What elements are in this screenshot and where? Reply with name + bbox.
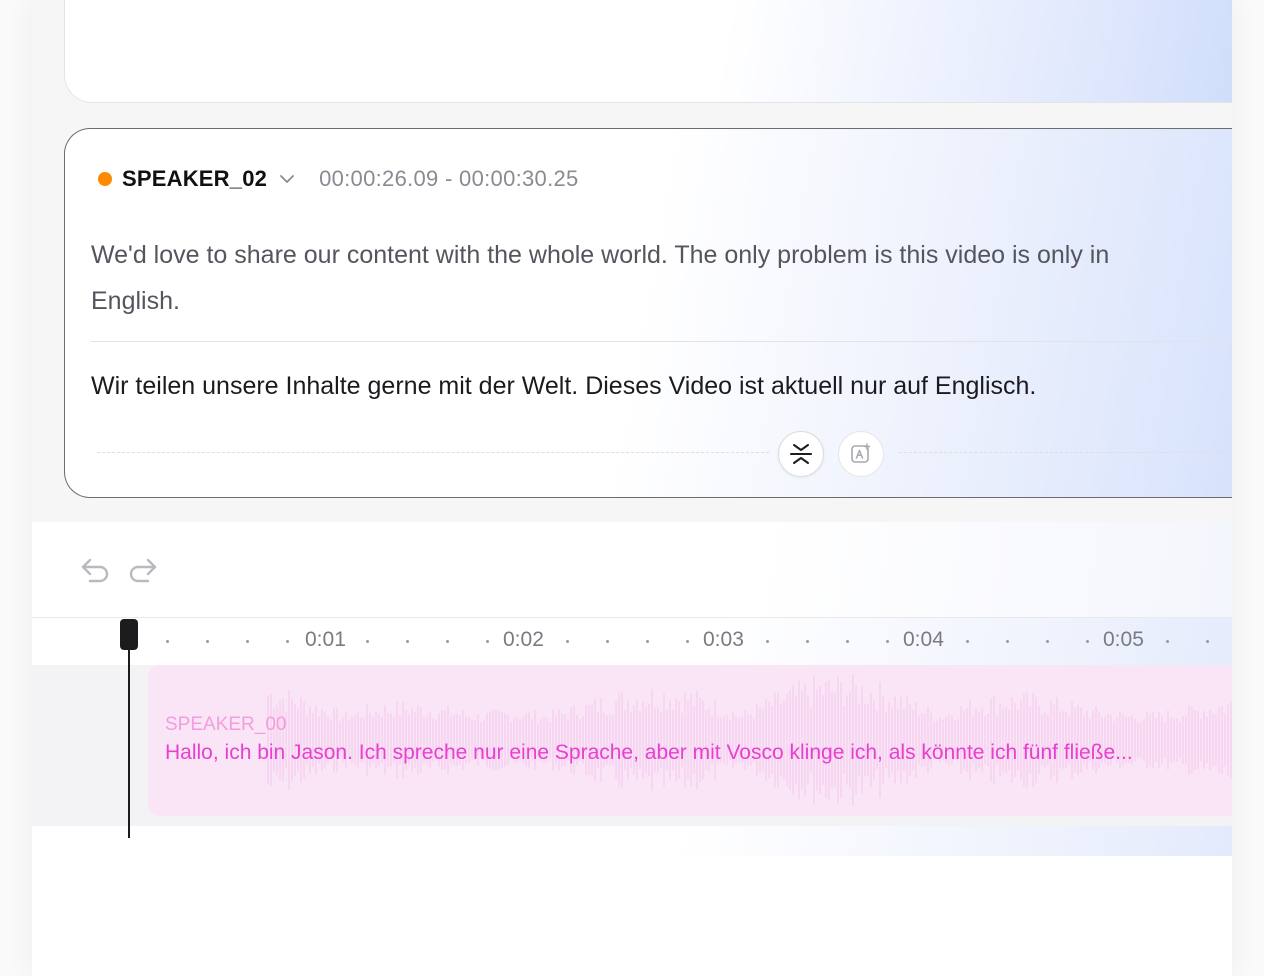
tick-dot: [766, 640, 769, 643]
tick-dot: [366, 640, 369, 643]
clip-speaker-label: SPEAKER_00: [165, 714, 287, 735]
segment-timecode: 00:00:26.09 - 00:00:30.25: [319, 166, 579, 191]
tick-dot: [966, 640, 969, 643]
merge-split-icon: [790, 444, 812, 464]
timeline-toolbar: [32, 522, 1232, 618]
tick-dot: [286, 640, 289, 643]
tick-label: 0:05: [1103, 628, 1144, 651]
tick-dot: [446, 640, 449, 643]
ai-translate-icon: [851, 443, 871, 463]
clip-text: Hallo, ich bin Jason. Ich spreche nur ei…: [165, 741, 1133, 764]
playhead-line: [128, 640, 130, 838]
tick-dot: [806, 640, 809, 643]
segment-card[interactable]: SPEAKER_02 00:00:26.09 - 00:00:30.25 We'…: [64, 128, 1232, 498]
tick-dot: [246, 640, 249, 643]
speaker-color-dot: [98, 172, 112, 186]
tick-dot: [166, 640, 169, 643]
tick-dot: [1006, 640, 1009, 643]
audio-clip[interactable]: SPEAKER_00 Hallo, ich bin Jason. Ich spr…: [148, 665, 1232, 816]
previous-segment-card[interactable]: [64, 0, 1232, 103]
tick-dot: [486, 640, 489, 643]
source-text[interactable]: We'd love to share our content with the …: [91, 232, 1232, 324]
speaker-name[interactable]: SPEAKER_02: [122, 166, 267, 192]
tick-dot: [1046, 640, 1049, 643]
tick-dot: [1166, 640, 1169, 643]
timeline[interactable]: 0:01 0:02 0:03 0:04 0:05 SPEAKER_00 Hall…: [32, 618, 1232, 856]
tick-dot: [646, 640, 649, 643]
tick-dot: [606, 640, 609, 643]
merge-split-button[interactable]: [778, 431, 824, 477]
tick-dot: [846, 640, 849, 643]
source-line-1: We'd love to share our content with the …: [91, 241, 1110, 269]
chevron-down-icon[interactable]: [277, 169, 297, 189]
audio-track: SPEAKER_00 Hallo, ich bin Jason. Ich spr…: [32, 665, 1232, 826]
tick-dot: [206, 640, 209, 643]
redo-icon[interactable]: [126, 552, 160, 586]
tick-dot: [686, 640, 689, 643]
speaker-row: SPEAKER_02 00:00:26.09 - 00:00:30.25: [98, 165, 579, 193]
tick-dot: [1086, 640, 1089, 643]
tick-label: 0:01: [305, 628, 346, 651]
dashed-separator-left: [97, 452, 769, 453]
tick-dot: [406, 640, 409, 643]
editor-frame: SPEAKER_02 00:00:26.09 - 00:00:30.25 We'…: [32, 0, 1232, 976]
tick-label: 0:03: [703, 628, 744, 651]
time-ruler[interactable]: 0:01 0:02 0:03 0:04 0:05: [32, 618, 1232, 665]
dashed-separator-right: [899, 452, 1232, 453]
undo-icon[interactable]: [78, 552, 112, 586]
tick-label: 0:02: [503, 628, 544, 651]
tick-dot: [566, 640, 569, 643]
ai-translate-button[interactable]: [838, 431, 884, 477]
tick-label: 0:04: [903, 628, 944, 651]
translation-text[interactable]: Wir teilen unsere Inhalte gerne mit der …: [91, 363, 1036, 409]
source-line-2: English.: [91, 287, 180, 315]
text-divider: [91, 341, 1232, 342]
tick-dot: [886, 640, 889, 643]
tick-dot: [1206, 640, 1209, 643]
